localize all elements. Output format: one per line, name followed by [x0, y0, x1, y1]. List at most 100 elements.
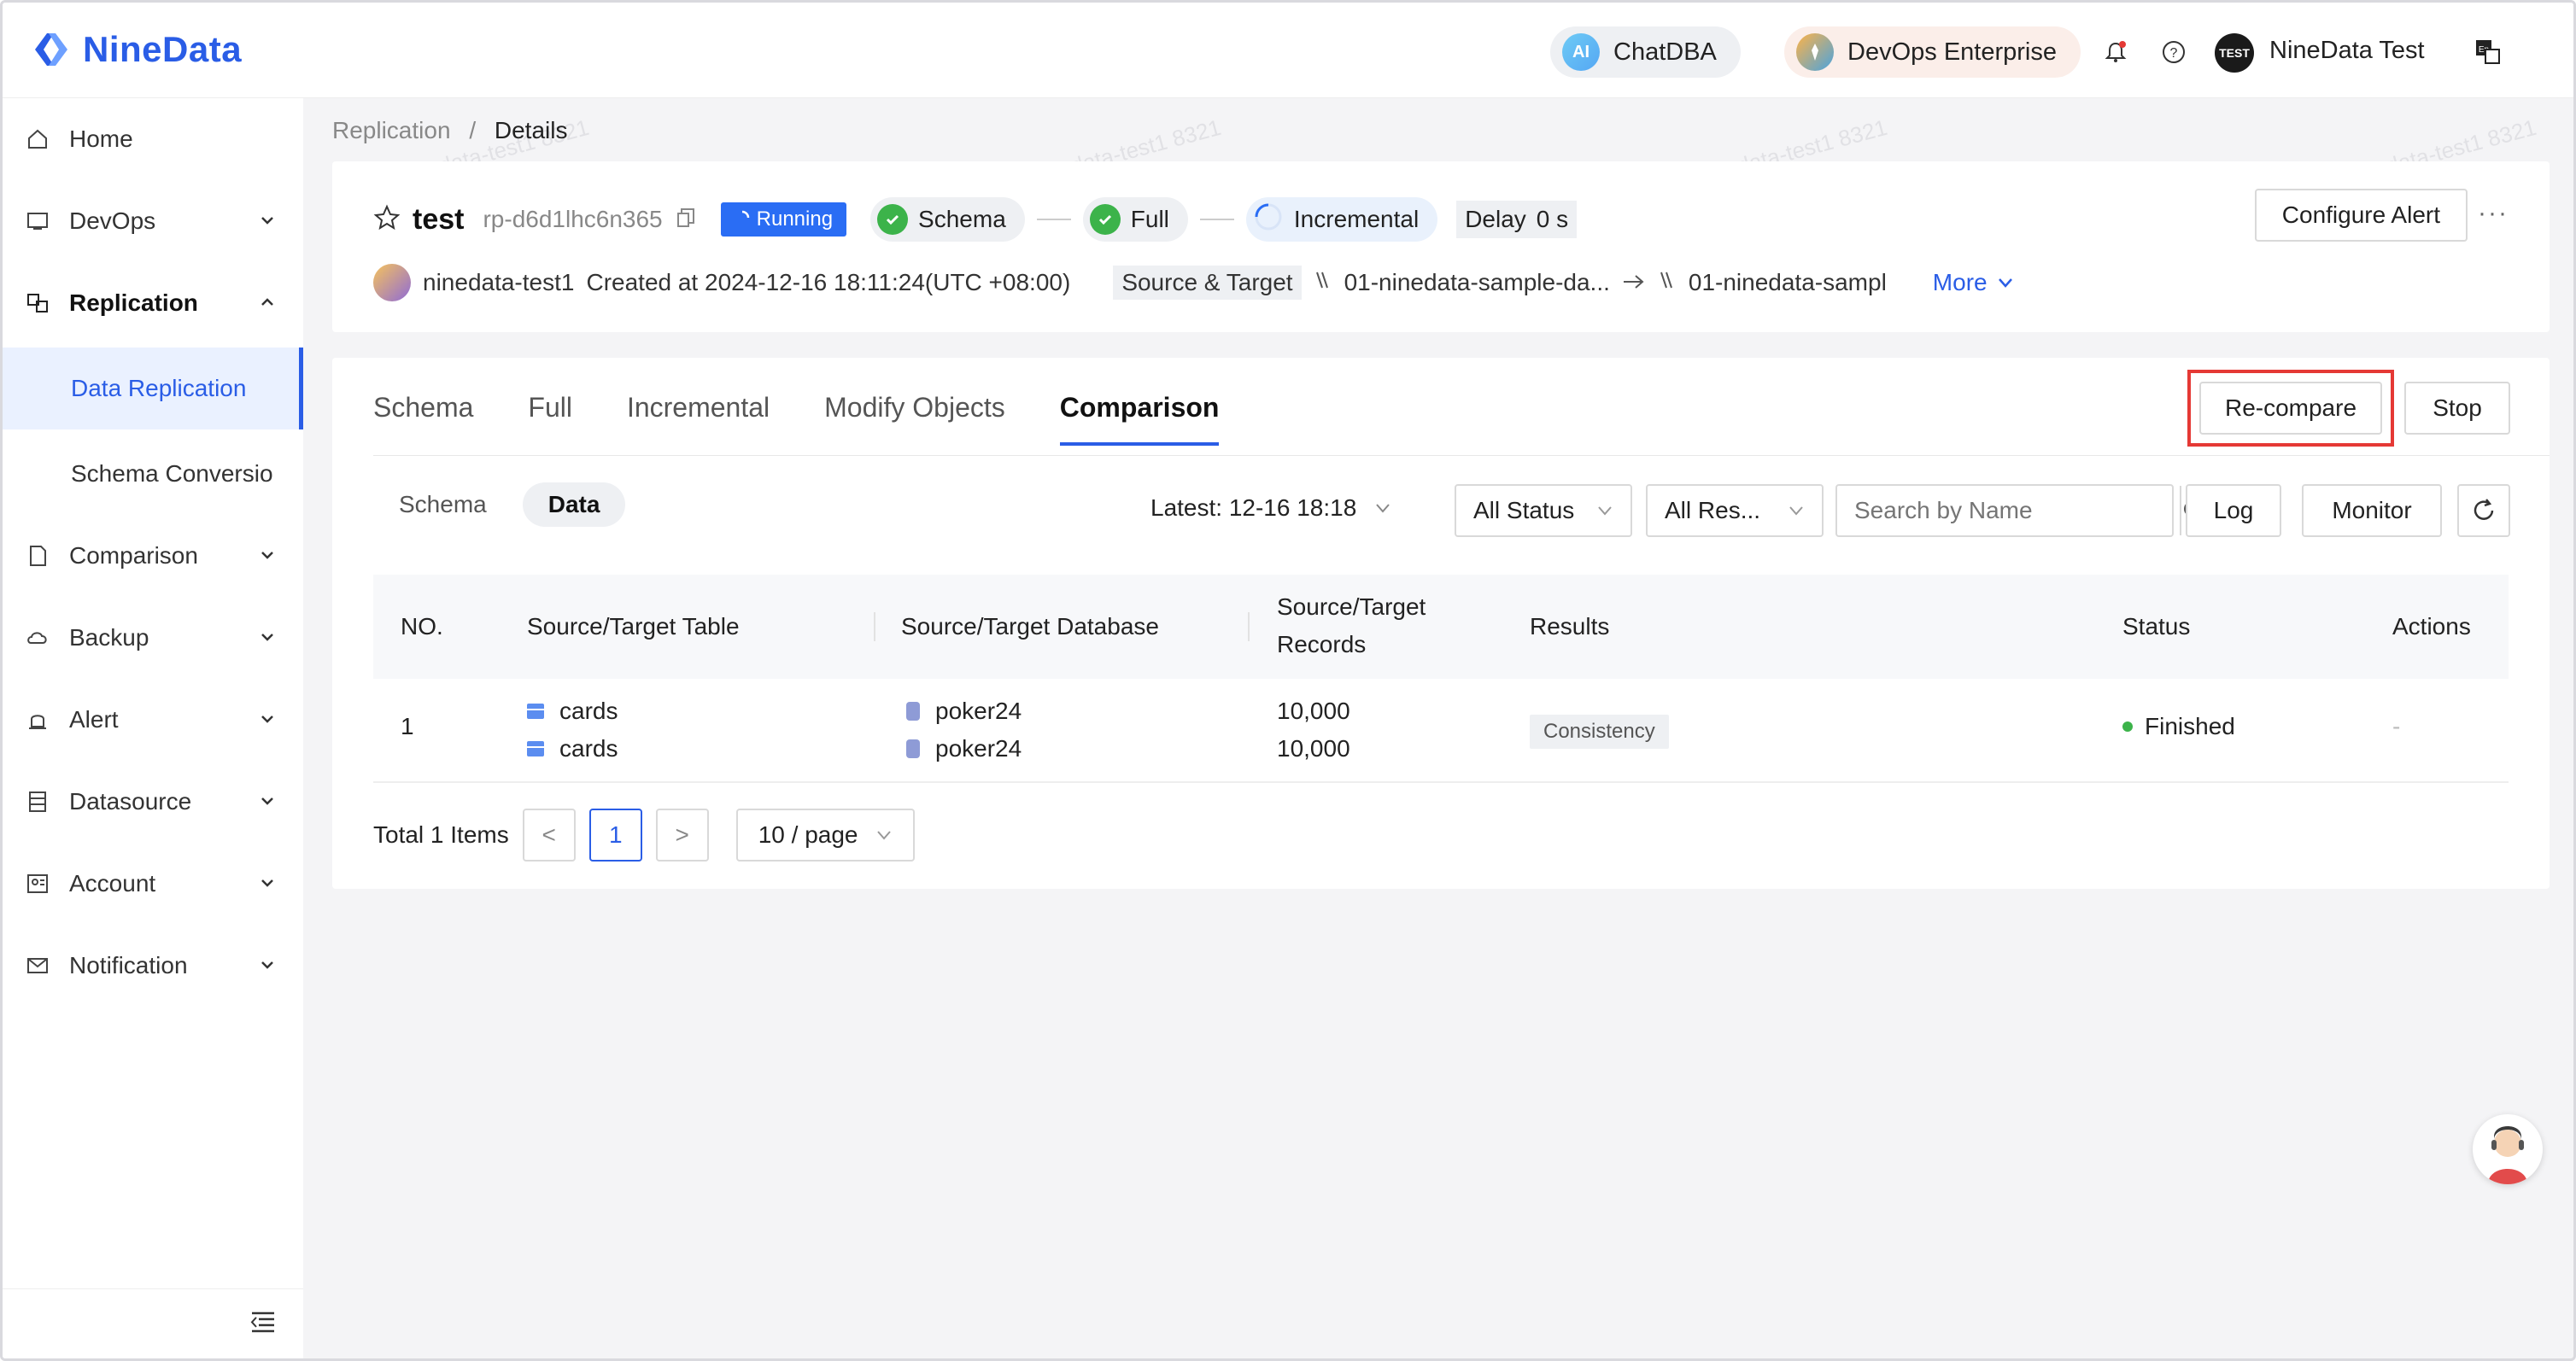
alert-icon [25, 707, 50, 733]
page-size-select[interactable]: 10 / page [735, 809, 915, 862]
support-agent-icon[interactable] [2473, 1114, 2543, 1184]
pagination: Total 1 Items < 1 > 10 / page [373, 809, 915, 862]
stop-button[interactable]: Stop [2404, 382, 2510, 435]
task-header-card: test rp-d6d1lhc6n365 Running Schema Full… [332, 161, 2550, 332]
replication-icon [25, 290, 50, 316]
page-button[interactable]: 1 [588, 809, 642, 862]
task-meta-row: ninedata-test1 Created at 2024-12-16 18:… [373, 264, 2015, 301]
column-header: NO. [401, 613, 443, 640]
source-database: poker24 [935, 698, 1022, 724]
tab-incremental[interactable]: Incremental [627, 392, 770, 446]
sidebar-item-label: Comparison [69, 542, 198, 569]
log-button[interactable]: Log [2186, 484, 2281, 537]
table-row[interactable]: 1 cards cards poker24 poker24 10,000 10,… [373, 679, 2509, 783]
database-icon [906, 739, 920, 758]
sidebar-item-notification[interactable]: Notification [3, 925, 303, 1007]
sidebar-item-label: Backup [69, 624, 149, 651]
next-page-button[interactable]: > [655, 809, 709, 862]
breadcrumb-parent[interactable]: Replication [332, 117, 451, 143]
sidebar-item-home[interactable]: Home [3, 98, 303, 180]
target-database: poker24 [935, 735, 1022, 762]
chevron-down-icon [257, 954, 278, 974]
user-avatar[interactable]: TEST [2215, 33, 2254, 73]
check-icon [877, 204, 909, 235]
devops-icon [25, 208, 50, 234]
sidebar-item-account[interactable]: Account [3, 843, 303, 925]
table-cell-tables: cards cards [527, 692, 618, 768]
latest-run-label: Latest: 12-16 18:18 [1150, 494, 1357, 521]
page-size-value: 10 / page [758, 821, 858, 848]
latest-run-select[interactable]: Latest: 12-16 18:18 [1150, 494, 1392, 522]
help-icon[interactable]: ? [2158, 37, 2189, 67]
table-icon [527, 704, 544, 719]
delay-label: Delay [1465, 206, 1526, 232]
collapse-sidebar-icon[interactable] [249, 1307, 278, 1336]
sidebar-item-backup[interactable]: Backup [3, 597, 303, 679]
tab-modify-objects[interactable]: Modify Objects [824, 392, 1005, 446]
chatdba-label: ChatDBA [1613, 38, 1717, 66]
tab-comparison[interactable]: Comparison [1059, 392, 1219, 446]
sidebar-item-devops[interactable]: DevOps [3, 180, 303, 262]
source-datasource[interactable]: 01-ninedata-sample-da... [1344, 269, 1610, 296]
sidebar-item-comparison[interactable]: Comparison [3, 515, 303, 597]
more-link[interactable]: More [1933, 269, 2015, 296]
table-header: NO. Source/Target Table Source/Target Da… [373, 575, 2509, 679]
brand-name: NineData [83, 29, 243, 69]
sidebar-item-datasource[interactable]: Datasource [3, 761, 303, 843]
search-input[interactable] [1837, 486, 2180, 535]
prev-page-button[interactable]: < [522, 809, 576, 862]
tab-schema[interactable]: Schema [373, 392, 473, 446]
rocket-icon [1796, 33, 1834, 71]
refresh-button[interactable] [2457, 484, 2510, 537]
chevron-down-icon [1376, 504, 1390, 513]
sidebar-subitem-schema-conversion[interactable]: Schema Conversio [3, 433, 303, 515]
bell-icon[interactable] [2100, 37, 2131, 67]
chevron-down-icon [1598, 506, 1612, 516]
chatdba-button[interactable]: AI ChatDBA [1550, 26, 1741, 78]
tab-full[interactable]: Full [528, 392, 572, 446]
column-header: Source/Target Database [901, 613, 1159, 640]
database-icon [1314, 269, 1332, 297]
more-options-icon[interactable]: ··· [2478, 199, 2509, 228]
sidebar-item-label: Notification [69, 952, 188, 978]
user-name[interactable]: NineData Test [2269, 37, 2425, 65]
sidebar-subitem-data-replication[interactable]: Data Replication [3, 348, 303, 429]
stage-label: Incremental [1293, 206, 1420, 232]
ai-icon: AI [1562, 33, 1600, 71]
account-icon [25, 871, 50, 897]
target-table: cards [559, 735, 618, 762]
comparison-card: Schema Full Incremental Modify Objects C… [332, 358, 2550, 889]
stage-connector [1199, 219, 1234, 220]
brand-logo[interactable]: NineData [28, 26, 242, 73]
sidebar-item-label: Replication [69, 289, 198, 316]
segment-data[interactable]: Data [522, 482, 626, 527]
row-number: 1 [401, 713, 414, 739]
chevron-down-icon [257, 790, 278, 810]
sidebar-item-replication[interactable]: Replication [3, 262, 303, 344]
copy-icon[interactable] [675, 207, 697, 233]
task-title-row: test rp-d6d1lhc6n365 Running Schema Full… [373, 197, 1578, 242]
sidebar-item-label: Data Replication [71, 375, 247, 401]
breadcrumb-separator: / [469, 117, 477, 143]
configure-alert-button[interactable]: Configure Alert [2254, 189, 2468, 242]
segment-schema[interactable]: Schema [373, 482, 512, 527]
sidebar-item-alert[interactable]: Alert [3, 679, 303, 761]
notification-icon [25, 953, 50, 978]
language-icon[interactable]: En [2473, 37, 2503, 67]
task-name: test [413, 202, 465, 236]
sidebar: Home DevOps Replication Data Replication… [3, 98, 303, 1358]
result-filter-select[interactable]: All Res... [1646, 484, 1824, 537]
delay-value: 0 s [1536, 206, 1569, 232]
monitor-button[interactable]: Monitor [2302, 484, 2442, 537]
stage-incremental: Incremental [1245, 197, 1438, 242]
tabs-divider [373, 455, 2550, 456]
check-icon [1089, 204, 1121, 235]
task-id: rp-d6d1lhc6n365 [483, 206, 663, 232]
star-icon[interactable] [373, 204, 401, 236]
devops-enterprise-button[interactable]: DevOps Enterprise [1784, 26, 2081, 78]
column-header: Results [1530, 613, 1610, 640]
target-datasource[interactable]: 01-ninedata-sampl [1689, 269, 1887, 296]
status-filter-select[interactable]: All Status [1455, 484, 1632, 537]
status-text: Finished [2145, 713, 2235, 739]
column-header: Status [2122, 613, 2191, 640]
